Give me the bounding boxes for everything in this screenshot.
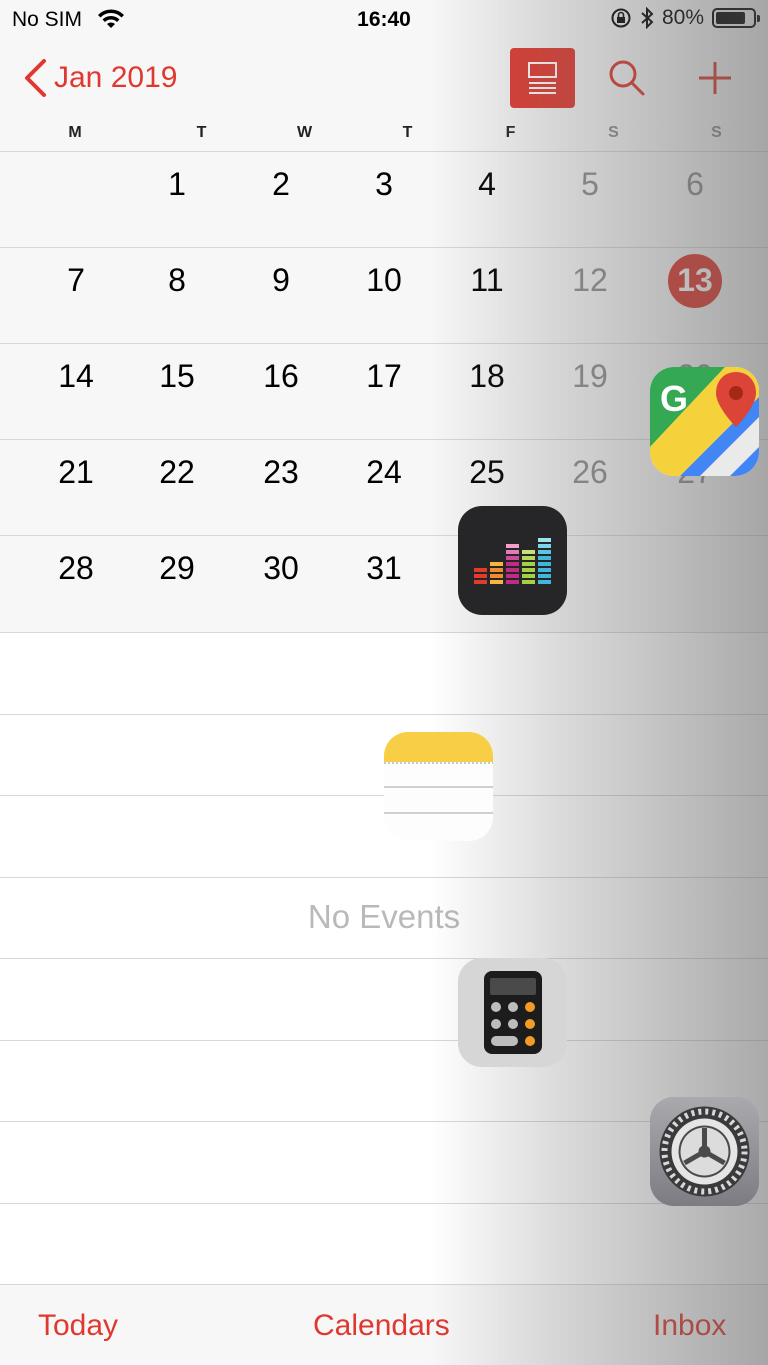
google-maps-glyph: G <box>650 367 759 476</box>
calendars-button[interactable]: Calendars <box>313 1309 450 1343</box>
calendar-day[interactable]: 16 <box>251 358 311 395</box>
calendar-day[interactable]: 19 <box>560 358 620 395</box>
settings-gear-glyph <box>650 1097 759 1206</box>
today-indicator: 13 <box>668 253 722 308</box>
week-divider <box>0 535 436 536</box>
calendar-day[interactable]: 11 <box>457 262 517 299</box>
calendar-day[interactable]: 2 <box>251 166 311 203</box>
calendar-day[interactable]: 8 <box>147 262 207 299</box>
hour-divider <box>0 877 768 878</box>
calendar-day[interactable]: 30 <box>251 550 311 587</box>
calendar-day[interactable]: 12 <box>560 262 620 299</box>
calendar-day[interactable]: 10 <box>354 262 414 299</box>
weekday-header: M T W T F S S <box>0 124 768 142</box>
calendar-day[interactable]: 25 <box>457 454 517 491</box>
chevron-left-icon <box>25 59 46 97</box>
hour-divider <box>0 714 768 715</box>
back-button[interactable]: Jan 2019 <box>22 58 177 98</box>
weekday-label: W <box>296 124 313 141</box>
hour-divider <box>0 958 768 959</box>
notes-icon[interactable] <box>384 732 493 841</box>
calendar-day[interactable]: 6 <box>665 166 725 203</box>
no-events-label: No Events <box>307 898 461 935</box>
svg-text:G: G <box>660 378 688 419</box>
calendar-day[interactable]: 28 <box>46 550 106 587</box>
inbox-button[interactable]: Inbox <box>653 1309 726 1343</box>
week-row: 28 29 30 31 <box>0 535 768 632</box>
calendar-day[interactable]: 15 <box>147 358 207 395</box>
calendar-day[interactable]: 23 <box>251 454 311 491</box>
month-label: Jan 2019 <box>54 61 178 94</box>
weekday-label: F <box>505 124 516 141</box>
calendar-day[interactable]: 7 <box>46 262 106 299</box>
calendar-day[interactable]: 3 <box>354 166 414 203</box>
bluetooth-icon <box>641 7 654 29</box>
weekday-label: S <box>711 124 722 141</box>
battery-percent: 80% <box>661 6 704 29</box>
calendar-day[interactable]: 22 <box>147 454 207 491</box>
settings-icon[interactable] <box>650 1097 759 1206</box>
status-right: 80% <box>610 6 760 30</box>
today-button[interactable]: Today <box>38 1309 118 1343</box>
orientation-lock-icon <box>611 8 631 28</box>
list-view-toggle-button[interactable] <box>510 48 575 108</box>
calendar-day[interactable]: 26 <box>560 454 620 491</box>
deezer-icon[interactable] <box>458 506 567 615</box>
calendar-day[interactable]: 1 <box>147 166 207 203</box>
calendar-day[interactable]: 31 <box>354 550 414 587</box>
google-maps-icon[interactable]: G <box>650 367 759 476</box>
calendar-header: Jan 2019 M T W T F S S <box>0 40 768 152</box>
weekday-label: S <box>608 124 619 141</box>
calendar-day[interactable]: 13 <box>665 253 725 308</box>
calendar-day[interactable]: 29 <box>147 550 207 587</box>
weekday-label: T <box>402 124 413 141</box>
calendar-day[interactable]: 21 <box>46 454 106 491</box>
week-row: 1 2 3 4 5 6 <box>0 152 768 248</box>
calendar-day[interactable]: 24 <box>354 454 414 491</box>
weekday-label: T <box>196 124 207 141</box>
battery-fill <box>716 12 745 24</box>
notes-glyph <box>384 732 493 841</box>
hour-divider <box>0 1203 768 1204</box>
calendar-day[interactable]: 4 <box>457 166 517 203</box>
add-event-icon[interactable] <box>693 56 737 100</box>
calendar-day[interactable]: 9 <box>251 262 311 299</box>
week-row: 7 8 9 10 11 12 13 <box>0 248 768 344</box>
battery-icon <box>712 8 760 28</box>
calculator-glyph <box>458 958 567 1067</box>
deezer-equalizer-glyph <box>474 538 551 584</box>
tab-bar: Today Calendars Inbox <box>0 1284 768 1365</box>
status-bar: No SIM 16:40 80% <box>0 0 768 40</box>
hour-divider <box>0 1040 768 1041</box>
calendar-day[interactable]: 14 <box>46 358 106 395</box>
list-view-icon <box>528 62 557 94</box>
calendar-day[interactable]: 5 <box>560 166 620 203</box>
calculator-icon[interactable] <box>458 958 567 1067</box>
calendar-day[interactable]: 17 <box>354 358 414 395</box>
weekday-label: M <box>68 124 82 141</box>
calendar-day[interactable]: 18 <box>457 358 517 395</box>
search-icon[interactable] <box>605 56 649 100</box>
